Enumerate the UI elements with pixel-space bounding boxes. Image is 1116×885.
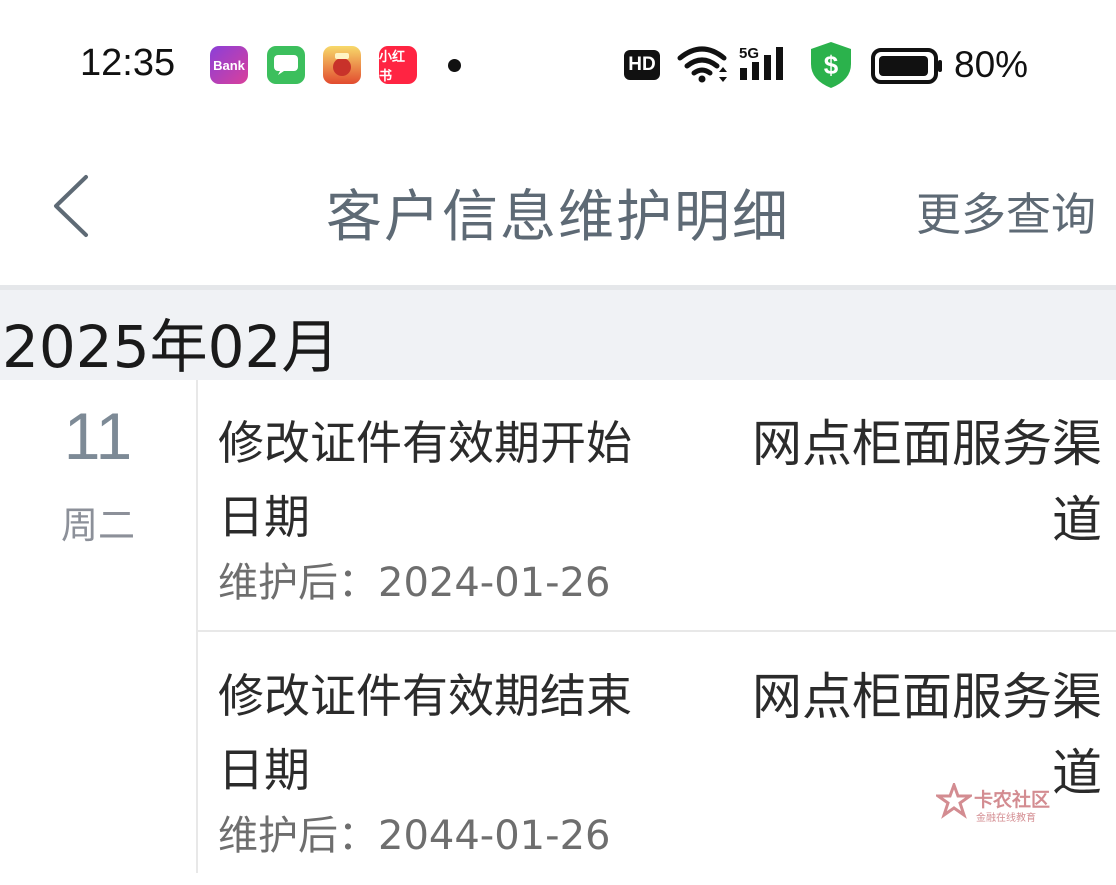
notification-dot-icon — [448, 59, 461, 72]
watermark-logo-icon — [933, 780, 975, 819]
bank-app-icon: Bank — [210, 46, 248, 84]
after-label: 维护后： — [218, 813, 378, 859]
bank-icon-text: Bank — [213, 57, 245, 73]
more-query-button[interactable]: 更多查询 — [916, 178, 1096, 243]
after-value: 2024-01-26 — [378, 560, 611, 606]
month-label: 2025年02月 — [2, 313, 340, 381]
list-item[interactable]: 修改证件有效期结束日期 网点柜面服务渠道 维护后：2044-01-26 — [198, 633, 1116, 885]
security-shield-icon: $ — [811, 42, 851, 88]
day-number: 11 — [63, 399, 133, 473]
signal-icon: 5G — [739, 45, 783, 80]
after-value: 2044-01-26 — [378, 813, 611, 859]
status-time: 12:35 — [80, 42, 176, 84]
watermark-name: 卡农社区 — [974, 789, 1051, 811]
watermark: 卡农社区 金融在线教育 — [933, 780, 1050, 824]
watermark-sub: 金融在线教育 — [976, 813, 1036, 824]
messages-app-icon — [267, 46, 305, 84]
record-channel: 网点柜面服务渠道 — [752, 415, 1102, 549]
record-after: 维护后：2044-01-26 — [218, 803, 610, 861]
date-column: 11 周二 — [0, 380, 198, 873]
wifi-icon — [677, 46, 727, 83]
list-item[interactable]: 修改证件有效期开始日期 网点柜面服务渠道 维护后：2024-01-26 — [198, 380, 1116, 632]
record-after: 维护后：2024-01-26 — [218, 550, 610, 608]
nav-bar: 客户信息维护明细 更多查询 — [0, 130, 1116, 285]
month-header: 2025年02月 — [0, 285, 1116, 381]
record-title: 修改证件有效期开始日期 — [218, 416, 632, 544]
battery-icon — [871, 48, 942, 84]
status-bar: 12:35 Bank 小红书 HD 5G $ 80% — [0, 0, 1116, 130]
after-label: 维护后： — [218, 560, 378, 606]
game-app-icon — [323, 46, 361, 84]
hd-icon: HD — [624, 50, 660, 80]
svg-text:$: $ — [824, 50, 839, 80]
network-type-label: 5G — [739, 45, 759, 62]
record-title: 修改证件有效期结束日期 — [218, 669, 632, 797]
battery-percent: 80% — [954, 44, 1029, 85]
weekday-label: 周二 — [61, 504, 135, 547]
xiaohongshu-app-icon: 小红书 — [379, 46, 417, 84]
xhs-icon-text: 小红书 — [379, 49, 406, 83]
